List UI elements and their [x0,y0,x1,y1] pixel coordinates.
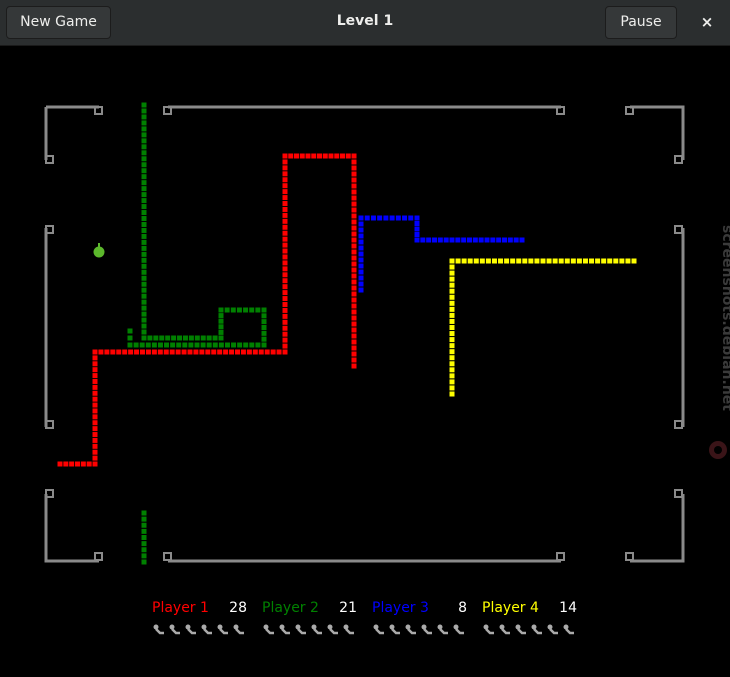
wall-post [674,225,683,234]
life-worm-icon [327,624,338,635]
life-worm-icon [515,624,526,635]
life-worm-icon [295,624,306,635]
player-1-lives [152,624,245,635]
wall-post [94,552,103,561]
life-worm-icon [483,624,494,635]
player-2-snake [127,102,267,348]
life-worm-icon [389,624,400,635]
player-1-snake [57,153,357,467]
life-worm-icon [547,624,558,635]
player-3-snake [358,215,525,293]
life-worm-icon [343,624,354,635]
wall-segment [630,105,685,160]
life-worm-icon [531,624,542,635]
life-worm-icon [279,624,290,635]
life-worm-icon [563,624,574,635]
life-worm-icon [499,624,510,635]
pause-button[interactable]: Pause [605,6,677,39]
watermark: screenshots.debian.net [702,220,730,470]
wall-post [625,552,634,561]
player-4-name: Player 4 [482,600,539,616]
wall-post [163,552,172,561]
player-2-score: 21 [339,600,357,616]
life-worm-icon [373,624,384,635]
life-worm-icon [405,624,416,635]
life-worm-icon [453,624,464,635]
life-worm-icon [311,624,322,635]
life-worm-icon [169,624,180,635]
player-1-score: 28 [229,600,247,616]
player-2-lives [262,624,355,635]
wall-post [674,489,683,498]
game-board [44,102,685,565]
life-worm-icon [185,624,196,635]
player-3-lives [372,624,465,635]
wall-post [556,552,565,561]
player-1-name: Player 1 [152,600,209,616]
life-worm-icon [421,624,432,635]
player-3-score: 8 [458,600,467,616]
wall-post [674,420,683,429]
player-4-score: 14 [559,600,577,616]
player-3-name: Player 3 [372,600,429,616]
close-icon[interactable]: × [693,8,721,36]
wall-segment [630,494,685,563]
header-bar: New Game Level 1 Pause × [0,0,730,46]
wall-segment [44,494,99,563]
apple-icon [93,243,105,258]
watermark-text: screenshots.debian.net [719,225,730,411]
wall-post [674,155,683,164]
player-4-lives [482,624,575,635]
life-worm-icon [233,624,244,635]
player-2-snake-tail [141,510,147,565]
player-2-name: Player 2 [262,600,319,616]
player-4-snake [449,258,637,397]
snakes [57,102,637,565]
life-worm-icon [437,624,448,635]
life-worm-icon [201,624,212,635]
life-worm-icon [153,624,164,635]
life-worm-icon [217,624,228,635]
life-worm-icon [263,624,274,635]
